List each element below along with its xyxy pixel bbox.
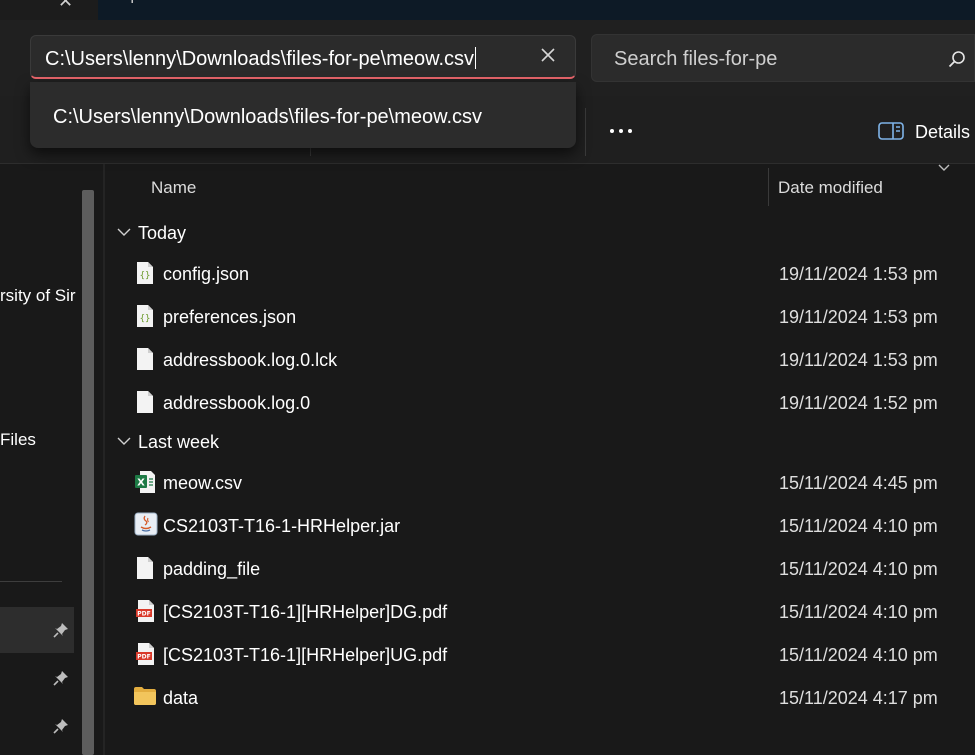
excel-csv-icon: X [135,471,155,493]
address-suggestion-item[interactable]: C:\Users\lenny\Downloads\files-for-pe\me… [53,106,482,129]
sort-chevron-down-icon[interactable] [937,163,951,173]
file-name: preferences.json [163,307,297,327]
search-placeholder: Search files-for-pe [614,48,778,70]
file-date: 19/11/2024 1:53 pm [779,264,938,284]
file-date: 19/11/2024 1:52 pm [779,393,938,413]
svg-text:PDF: PDF [137,654,150,661]
folder-icon [134,687,156,705]
file-name: [CS2103T-T16-1][HRHelper]UG.pdf [163,645,448,665]
file-name: [CS2103T-T16-1][HRHelper]DG.pdf [163,602,448,622]
file-date: 15/11/2024 4:10 pm [779,645,938,665]
clear-address-button[interactable] [537,44,559,66]
nav-scrollbar-thumb[interactable] [82,190,94,755]
details-pane-button[interactable]: Details [874,116,975,146]
address-suggestion-dropdown: C:\Users\lenny\Downloads\files-for-pe\me… [30,82,576,148]
java-jar-icon [134,512,158,536]
more-dot-icon [628,129,632,133]
file-row[interactable]: {} preferences.json 19/11/2024 1:53 pm [110,295,975,338]
file-name: addressbook.log.0.lck [163,350,338,370]
search-icon[interactable] [948,50,966,68]
file-row[interactable]: addressbook.log.0.lck 19/11/2024 1:53 pm [110,338,975,381]
file-row[interactable]: PDF [CS2103T-T16-1][HRHelper]UG.pdf 15/1… [110,633,975,676]
active-tab[interactable] [98,0,975,20]
file-date: 19/11/2024 1:53 pm [779,307,938,327]
file-name: addressbook.log.0 [163,393,311,413]
file-date: 15/11/2024 4:10 pm [779,559,938,579]
blank-file-icon [137,557,153,579]
file-date: 15/11/2024 4:45 pm [779,473,938,493]
file-row[interactable]: {} config.json 19/11/2024 1:53 pm [110,252,975,295]
search-box[interactable]: Search files-for-pe [591,34,975,82]
pane-divider[interactable] [103,164,105,755]
tab-title: ı [130,0,134,8]
blank-file-icon [137,391,153,413]
svg-text:PDF: PDF [137,611,150,618]
details-pane-icon [878,122,904,140]
nav-divider [0,581,62,582]
file-date: 15/11/2024 4:10 pm [779,516,938,536]
column-header-date-modified[interactable]: Date modified [778,178,883,198]
file-date: 19/11/2024 1:53 pm [779,350,938,370]
json-file-icon: {} [137,262,153,284]
svg-text:{}: {} [140,314,151,324]
file-name: data [163,688,199,708]
nav-item-university[interactable]: rsity of Sir [0,286,76,306]
pdf-file-icon: PDF [136,643,154,665]
group-chevron-down-icon[interactable] [117,228,131,237]
file-date: 15/11/2024 4:17 pm [779,688,938,708]
column-header-name[interactable]: Name [151,178,196,198]
command-separator [585,108,586,156]
file-name: padding_file [163,559,261,579]
file-row[interactable]: X meow.csv 15/11/2024 4:45 pm [110,461,975,504]
more-dot-icon [619,129,623,133]
address-input[interactable]: C:\Users\lenny\Downloads\files-for-pe\me… [45,47,477,71]
file-name: meow.csv [163,473,243,493]
svg-text:{}: {} [140,271,151,281]
pdf-file-icon: PDF [136,600,154,622]
more-dot-icon [610,129,614,133]
file-row[interactable]: addressbook.log.0 19/11/2024 1:52 pm [110,381,975,424]
group-header-last-week[interactable]: Last week [138,432,219,453]
text-caret [475,47,477,69]
group-chevron-down-icon[interactable] [117,437,131,446]
address-path: C:\Users\lenny\Downloads\files-for-pe\me… [45,48,475,70]
json-file-icon: {} [137,305,153,327]
pin-icon[interactable] [52,621,70,639]
tab-close-icon[interactable]: ✕ [58,0,73,10]
details-label: Details [915,122,971,142]
column-divider[interactable] [768,168,769,206]
file-name: CS2103T-T16-1-HRHelper.jar [163,516,401,536]
file-date: 15/11/2024 4:10 pm [779,602,938,622]
pin-icon[interactable] [52,717,70,735]
file-row[interactable]: data 15/11/2024 4:17 pm [110,676,975,719]
nav-item-files[interactable]: Files [0,430,36,450]
svg-text:X: X [137,478,145,489]
more-options-button[interactable] [603,118,641,144]
address-bar[interactable]: C:\Users\lenny\Downloads\files-for-pe\me… [30,35,576,79]
group-header-today[interactable]: Today [138,223,186,244]
file-row[interactable]: CS2103T-T16-1-HRHelper.jar 15/11/2024 4:… [110,504,975,547]
file-row[interactable]: padding_file 15/11/2024 4:10 pm [110,547,975,590]
pin-icon[interactable] [52,669,70,687]
file-row[interactable]: PDF [CS2103T-T16-1][HRHelper]DG.pdf 15/1… [110,590,975,633]
file-name: config.json [163,264,250,284]
blank-file-icon [137,348,153,370]
